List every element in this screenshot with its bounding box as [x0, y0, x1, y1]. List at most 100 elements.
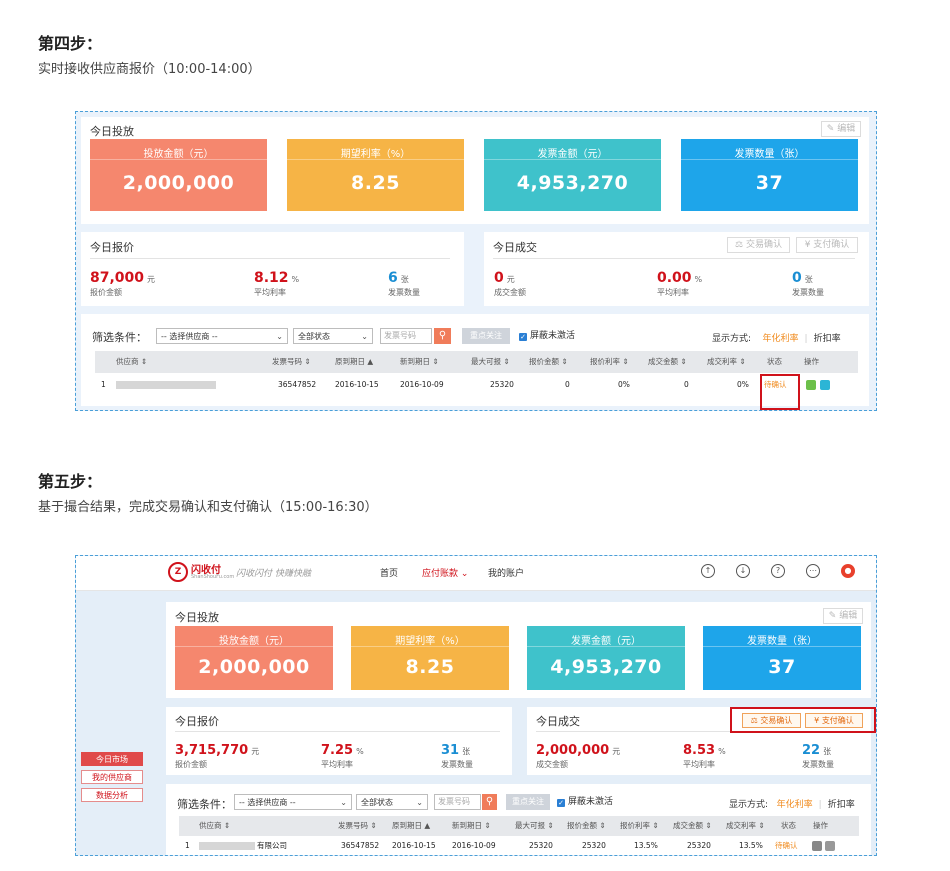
search-icon: ⚲ — [438, 330, 447, 341]
sidebar-item-data-analysis[interactable]: 数据分析 — [81, 788, 143, 802]
pencil-icon: ✎ — [828, 611, 837, 621]
edit-icon[interactable] — [812, 841, 822, 851]
invoice-list-panel: 筛选条件： -- 选择供应商 -- ⌄ 全部状态 ⌄ 发票号码 ⚲ 重点关注 ✓ 屏蔽… — [81, 314, 869, 406]
highlight-confirm-buttons-box — [730, 707, 876, 733]
th-quote-rate[interactable]: 报价利率 ⇕ — [620, 816, 659, 836]
quote-title: 今日报价 — [175, 715, 219, 728]
checkbox-checked-icon: ✓ — [557, 799, 565, 807]
chevron-down-icon: ⌄ — [416, 798, 423, 807]
edit-button[interactable]: ✎ 编辑 — [821, 121, 861, 137]
display-annual-rate[interactable]: 年化利率 — [763, 334, 799, 344]
supplier-select[interactable]: -- 选择供应商 -- ⌄ — [156, 328, 288, 344]
status-select[interactable]: 全部状态 ⌄ — [293, 328, 373, 344]
th-max[interactable]: 最大可报 ⇕ — [515, 816, 554, 836]
invest-title: 今日投放 — [175, 611, 219, 624]
deal-title: 今日成交 — [536, 715, 580, 728]
display-discount-rate[interactable]: 折扣率 — [828, 800, 855, 810]
sidebar-item-today-market[interactable]: 今日市场 — [81, 752, 143, 766]
quote-avg-rate: 8.12% 平均利率 — [254, 270, 300, 297]
document-icon[interactable] — [825, 841, 835, 851]
invest-title: 今日投放 — [90, 125, 134, 138]
display-mode: 显示方式: 年化利率 | 折扣率 — [712, 334, 841, 344]
th-deal-rate[interactable]: 成交利率 ⇕ — [726, 816, 765, 836]
th-invoice-no[interactable]: 发票号码 ⇕ — [272, 351, 311, 373]
mask-inactive-checkbox[interactable]: ✓ 屏蔽未激活 — [557, 796, 613, 808]
sidebar-item-my-suppliers[interactable]: 我的供应商 — [81, 770, 143, 784]
deal-amount: 0元 成交金额 — [494, 270, 526, 297]
mask-inactive-checkbox[interactable]: ✓ 屏蔽未激活 — [519, 330, 575, 342]
th-actions: 操作 — [804, 357, 819, 366]
pay-confirm-button[interactable]: ¥ 支付确认 — [796, 237, 858, 253]
edit-icon[interactable] — [806, 380, 816, 390]
status-pending: 待确认 — [775, 841, 798, 850]
nav-my-account[interactable]: 我的账户 — [488, 566, 524, 579]
top-navbar: Z 闪收付 ShanShouFu.com 闪收闪付 快赚快融 首页 应付账款 ⌄… — [76, 556, 876, 591]
th-quote-amount[interactable]: 报价金额 ⇕ — [529, 351, 568, 373]
stat-invoice-amount: 发票金额（元） 4,953,270 — [527, 626, 685, 690]
filter-label: 筛选条件： — [92, 331, 147, 344]
quote-amount: 87,000 元 报价金额 — [90, 270, 156, 297]
th-deal-rate[interactable]: 成交利率 ⇕ — [707, 351, 746, 373]
th-new-due[interactable]: 新到期日 ⇕ — [452, 816, 491, 836]
status-select[interactable]: 全部状态 ⌄ — [356, 794, 428, 810]
chevron-down-icon: ⌄ — [361, 332, 368, 341]
deal-invoice-count: 22 张 发票数量 — [802, 743, 834, 769]
deal-avg-rate: 0.00% 平均利率 — [657, 270, 703, 297]
invoice-search-input[interactable]: 发票号码 — [434, 794, 481, 810]
display-annual-rate[interactable]: 年化利率 — [777, 800, 813, 810]
step4-title: 第四步： — [38, 34, 103, 53]
deal-avg-rate: 8.53% 平均利率 — [683, 743, 726, 769]
stat-expected-rate: 期望利率（%） 8.25 — [287, 139, 464, 211]
user-avatar-icon[interactable]: ● — [841, 564, 855, 578]
th-supplier[interactable]: 供应商 ⇕ — [116, 351, 147, 373]
chevron-down-icon: ⌄ — [340, 798, 347, 807]
stat-invest-amount: 投放金额（元） 2,000,000 — [175, 626, 333, 690]
edit-button[interactable]: ✎ 编辑 — [823, 608, 863, 624]
search-button[interactable]: ⚲ — [482, 794, 497, 810]
filter-label: 筛选条件： — [177, 798, 232, 811]
th-deal-amount[interactable]: 成交金额 ⇕ — [648, 351, 687, 373]
supplier-name-blurred — [116, 381, 216, 389]
supplier-name-blurred — [199, 842, 255, 850]
nav-home[interactable]: 首页 — [380, 566, 398, 579]
quote-invoice-count: 6张 发票数量 — [388, 270, 420, 297]
nav-payables[interactable]: 应付账款 ⌄ — [422, 566, 468, 579]
th-orig-due[interactable]: 原到期日 ▲ — [392, 816, 430, 836]
trade-confirm-button[interactable]: ⚖ 交易确认 — [727, 237, 790, 253]
focus-button[interactable]: 重点关注 — [462, 328, 510, 344]
th-quote-rate[interactable]: 报价利率 ⇕ — [590, 351, 629, 373]
th-orig-due[interactable]: 原到期日 ▲ — [335, 351, 373, 373]
table-row[interactable]: 1 36547852 2016-10-15 2016-10-09 25320 0… — [95, 374, 858, 396]
invoice-search-input[interactable]: 发票号码 — [380, 328, 432, 344]
display-mode: 显示方式: 年化利率 | 折扣率 — [729, 800, 855, 810]
deal-invoice-count: 0张 发票数量 — [792, 270, 824, 297]
upload-icon[interactable]: ↑ — [701, 564, 715, 578]
document-icon[interactable] — [820, 380, 830, 390]
chevron-down-icon: ⌄ — [276, 332, 283, 341]
display-discount-rate[interactable]: 折扣率 — [814, 334, 841, 344]
th-supplier[interactable]: 供应商 ⇕ — [199, 816, 230, 836]
help-icon[interactable]: ? — [771, 564, 785, 578]
th-invoice-no[interactable]: 发票号码 ⇕ — [338, 816, 377, 836]
th-max[interactable]: 最大可报 ⇕ — [471, 351, 510, 373]
more-icon[interactable]: ⋯ — [806, 564, 820, 578]
download-icon[interactable]: ↓ — [736, 564, 750, 578]
search-button[interactable]: ⚲ — [434, 328, 451, 344]
deal-title: 今日成交 — [493, 241, 537, 254]
focus-button[interactable]: 重点关注 — [506, 794, 550, 810]
table-header: 供应商 ⇕ 发票号码 ⇕ 原到期日 ▲ 新到期日 ⇕ 最大可报 ⇕ 报价金额 ⇕… — [179, 816, 859, 836]
scale-icon: ⚖ — [735, 240, 744, 250]
th-quote-amount[interactable]: 报价金额 ⇕ — [567, 816, 606, 836]
supplier-select[interactable]: -- 选择供应商 -- ⌄ — [234, 794, 352, 810]
stat-invoice-amount: 发票金额（元） 4,953,270 — [484, 139, 661, 211]
today-quote-panel: 今日报价 87,000 元 报价金额 8.12% 平均利率 6张 发票数量 — [81, 232, 464, 306]
step5-title: 第五步： — [38, 472, 103, 491]
today-quote-panel: 今日报价 3,715,770 元 报价金额 7.25% 平均利率 31 张 发票数量 — [166, 707, 512, 775]
step5-screenshot-frame: Z 闪收付 ShanShouFu.com 闪收闪付 快赚快融 首页 应付账款 ⌄… — [75, 555, 877, 856]
stat-expected-rate: 期望利率（%） 8.25 — [351, 626, 509, 690]
table-row[interactable]: 1 有限公司 36547852 2016-10-15 2016-10-09 25… — [179, 837, 859, 855]
th-new-due[interactable]: 新到期日 ⇕ — [400, 351, 439, 373]
th-deal-amount[interactable]: 成交金额 ⇕ — [673, 816, 712, 836]
th-actions: 操作 — [813, 821, 828, 830]
stat-invoice-count: 发票数量（张） 37 — [703, 626, 861, 690]
